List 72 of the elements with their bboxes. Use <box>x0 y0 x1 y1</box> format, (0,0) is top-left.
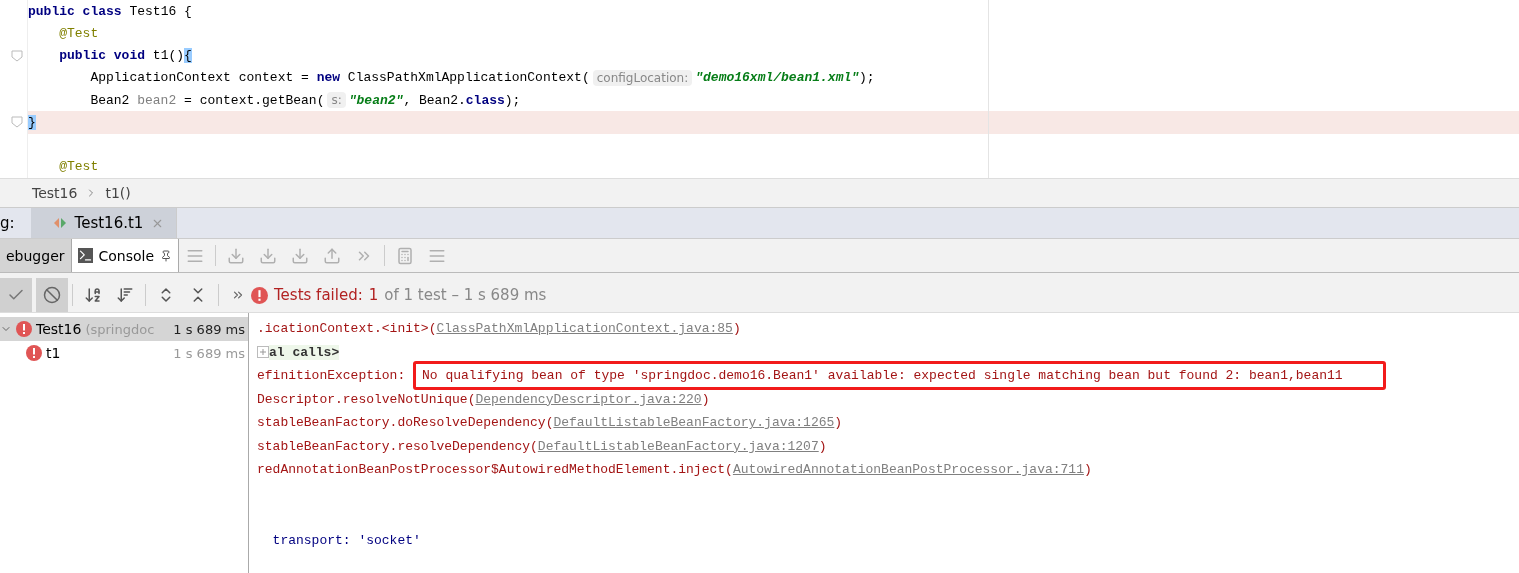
stack-trace-text: efinitionException: <box>257 368 407 384</box>
code-token: ApplicationContext context = <box>89 70 310 86</box>
status-summary: of 1 test – 1 s 689 ms <box>384 286 547 304</box>
fold-icon[interactable] <box>11 116 23 129</box>
console-icon <box>77 248 93 263</box>
code-token: t1() <box>151 48 185 64</box>
code-editor[interactable] <box>0 0 1519 178</box>
stack-trace-text: ) <box>1083 462 1092 478</box>
parameter-hint: configLocation: <box>592 69 693 86</box>
code-token: public class <box>28 3 122 19</box>
code-token: { <box>184 48 192 64</box>
code-token: @Test <box>58 159 99 175</box>
sort-alpha-icon[interactable] <box>84 286 102 304</box>
test-tree-item[interactable]: t1 1 s 689 ms <box>0 341 248 365</box>
more-icon[interactable] <box>231 288 245 302</box>
stack-trace-text: ) <box>732 321 741 337</box>
test-name: t1 <box>46 345 61 361</box>
tool-tab[interactable]: Console <box>71 239 180 272</box>
code-token: , Bean2. <box>403 92 466 108</box>
breadcrumb[interactable]: t1() <box>105 185 131 201</box>
error-icon <box>251 286 268 304</box>
stop-icon[interactable] <box>43 286 61 304</box>
run-tab[interactable]: Test16.t1 <box>30 208 178 238</box>
test-duration: 1 s 689 ms <box>173 321 245 337</box>
stack-trace-text: stableBeanFactory.resolveDependency( <box>257 438 538 454</box>
code-token: ClassPathXmlApplicationContext( <box>346 70 590 86</box>
pin-icon[interactable] <box>160 249 173 262</box>
source-link[interactable]: DependencyDescriptor.java:220 <box>475 391 702 407</box>
status-label: Tests failed: <box>274 286 363 304</box>
code-token: ); <box>859 70 875 86</box>
panel-label: g: <box>0 213 16 234</box>
code-token: "demo16xml/bean1.xml" <box>695 70 860 86</box>
test-tree-item[interactable]: Test16 (springdoc 1 s 689 ms <box>0 317 248 341</box>
stack-trace-text: ) <box>818 438 827 454</box>
stack-trace-text: .icationContext.<init>( <box>257 321 437 337</box>
code-token: class <box>465 92 505 108</box>
test-package: (springdoc <box>85 321 155 337</box>
code-token: bean2 <box>137 92 177 108</box>
test-name: Test16 <box>36 321 82 337</box>
stack-trace-text: ) <box>701 391 710 407</box>
source-link[interactable]: DefaultListableBeanFactory.java:1265 <box>553 415 835 431</box>
console-text: transport: 'socket' <box>271 532 421 548</box>
source-link[interactable]: AutowiredAnnotationBeanPostProcessor.java:711 <box>732 462 1084 478</box>
error-message: No qualifying bean of type 'springdoc.demo16.Bean1' available: expected single matching bean but found 2: bean1,bean11 <box>413 361 1386 391</box>
code-token: ); <box>504 92 521 108</box>
code-token: public void <box>58 48 146 64</box>
code-token: Test16 { <box>128 3 192 19</box>
tool-tab[interactable]: ebugger <box>0 239 72 272</box>
expand-icon[interactable] <box>257 346 269 359</box>
run-config-icon <box>52 216 67 230</box>
source-link[interactable]: DefaultListableBeanFactory.java:1207 <box>537 438 819 454</box>
sort-duration-icon[interactable] <box>116 286 134 304</box>
stack-trace-text: Descriptor.resolveNotUnique( <box>257 391 476 407</box>
code-token: } <box>28 114 36 130</box>
fold-icon[interactable] <box>11 49 23 62</box>
source-link[interactable]: ClassPathXmlApplicationContext.java:85 <box>436 321 733 337</box>
stack-trace-text: redAnnotationBeanPostProcessor$AutowiredMethodElement.inject( <box>257 462 733 478</box>
parameter-hint: s: <box>327 92 346 109</box>
stack-trace-text: stableBeanFactory.doResolveDependency( <box>257 415 554 431</box>
error-icon <box>16 321 32 337</box>
error-icon <box>26 345 42 361</box>
code-token: @Test <box>58 25 99 41</box>
code-token: new <box>316 70 341 86</box>
folded-calls-text: al calls> <box>269 344 340 360</box>
stack-trace-text: ) <box>834 415 843 431</box>
failed-count: 1 <box>368 286 379 304</box>
calculator-icon[interactable] <box>396 246 415 265</box>
breadcrumb[interactable]: Test16 <box>32 185 78 201</box>
code-token: Bean2 <box>89 92 131 108</box>
code-token: "bean2" <box>348 92 404 108</box>
code-token: = context.getBean( <box>183 92 325 108</box>
test-duration: 1 s 689 ms <box>173 345 245 361</box>
